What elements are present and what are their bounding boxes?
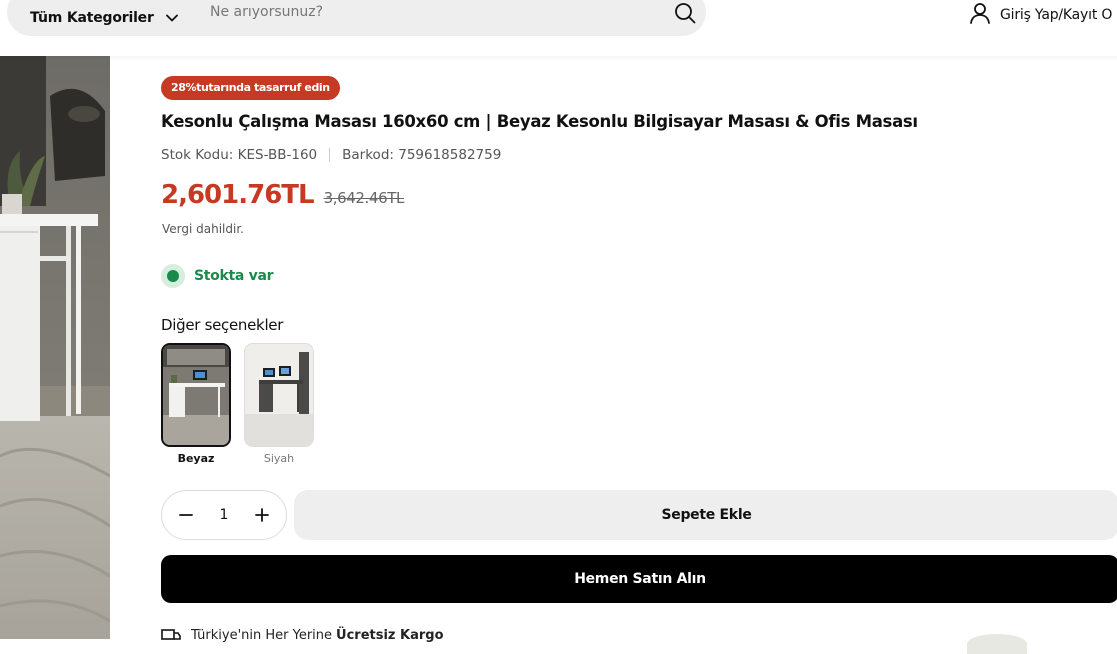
- all-categories-button[interactable]: Tüm Kategoriler: [7, 0, 193, 36]
- decorative-shape: [967, 634, 1027, 654]
- product-title: Kesonlu Çalışma Masası 160x60 cm | Beyaz…: [161, 112, 918, 131]
- plus-icon[interactable]: [252, 505, 272, 525]
- price-row: 2,601.76TL 3,642.46TL: [161, 180, 404, 210]
- quantity-value[interactable]: 1: [220, 507, 229, 523]
- chevron-down-icon: [165, 14, 178, 22]
- stock-status: Stokta var: [161, 264, 274, 288]
- option-thumbnail-black-desk: [244, 343, 314, 447]
- product-info: 28%tutarında tasarruf edin Kesonlu Çalış…: [161, 56, 1117, 654]
- minus-icon[interactable]: [176, 505, 196, 525]
- other-options-title: Diğer seçenekler: [161, 316, 284, 334]
- shipping-info: Türkiye'nin Her Yerine Ücretsiz Kargo: [161, 628, 444, 643]
- savings-badge: 28%tutarında tasarruf edin: [161, 76, 340, 100]
- login-register-link[interactable]: Giriş Yap/Kayıt O: [969, 2, 1112, 28]
- search-bar: Tüm Kategoriler: [7, 0, 706, 36]
- truck-icon: [161, 628, 181, 643]
- user-icon: [969, 2, 991, 28]
- option-label: Siyah: [263, 452, 295, 465]
- divider: [329, 148, 331, 162]
- quantity-stepper: 1: [161, 490, 287, 540]
- option-beyaz[interactable]: Beyaz: [161, 343, 231, 465]
- product-codes: Stok Kodu: KES-BB-160 Barkod: 7596185827…: [161, 147, 501, 163]
- stock-status-label: Stokta var: [194, 268, 274, 284]
- search-input[interactable]: [210, 0, 650, 24]
- tax-note: Vergi dahildir.: [162, 222, 244, 236]
- barcode: Barkod: 759618582759: [342, 147, 502, 163]
- add-to-cart-button[interactable]: Sepete Ekle: [294, 490, 1117, 540]
- option-siyah[interactable]: Siyah: [244, 343, 314, 465]
- current-price: 2,601.76TL: [161, 180, 315, 210]
- old-price: 3,642.46TL: [323, 189, 405, 207]
- site-header: Tüm Kategoriler Giriş Yap/Kayıt O: [0, 0, 1117, 56]
- buy-now-button[interactable]: Hemen Satın Alın: [161, 555, 1117, 603]
- login-register-label: Giriş Yap/Kayıt O: [1000, 7, 1113, 23]
- in-stock-dot-icon: [161, 264, 185, 288]
- product-main-image[interactable]: [0, 56, 110, 639]
- option-label: Beyaz: [177, 452, 215, 465]
- search-icon[interactable]: [674, 2, 696, 24]
- option-thumbnail-white-desk: [161, 343, 231, 447]
- free-shipping-label: Ücretsiz Kargo: [336, 628, 444, 643]
- all-categories-label: Tüm Kategoriler: [30, 10, 154, 26]
- stock-code: Stok Kodu: KES-BB-160: [161, 147, 318, 163]
- shipping-text: Türkiye'nin Her Yerine: [191, 628, 333, 643]
